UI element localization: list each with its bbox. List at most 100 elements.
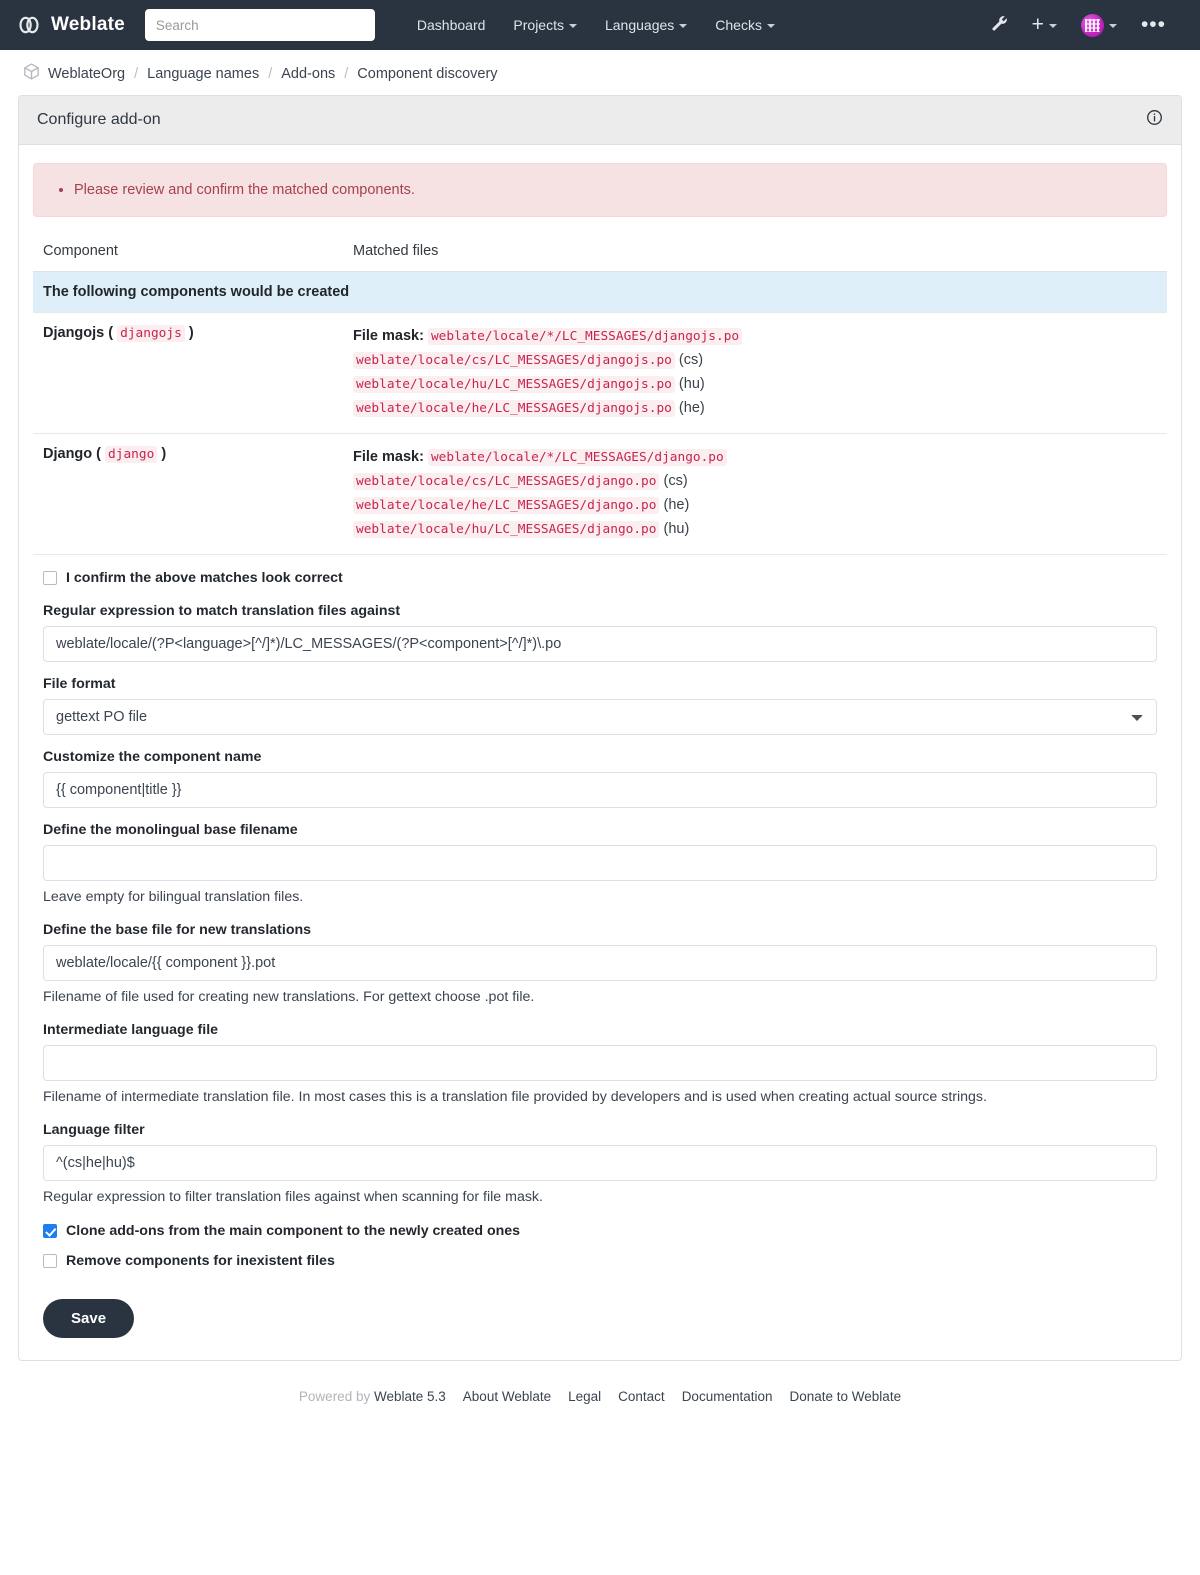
nav-label-projects: Projects: [513, 17, 564, 33]
matched-file-lang: (cs): [678, 352, 704, 369]
search-input[interactable]: [144, 9, 375, 41]
regex-input[interactable]: [43, 626, 1157, 663]
breadcrumb-item-3[interactable]: Component discovery: [357, 66, 497, 82]
footer-link-about[interactable]: About Weblate: [463, 1389, 551, 1404]
breadcrumb-separator: /: [268, 65, 273, 82]
language-filter-help: Regular expression to filter translation…: [43, 1188, 543, 1205]
monolingual-base-label: Define the monolingual base filename: [43, 822, 298, 839]
nav-label-languages: Languages: [604, 17, 675, 33]
breadcrumb-separator: /: [134, 65, 139, 82]
paren-close: ): [161, 445, 167, 462]
remove-components-checkbox[interactable]: [43, 1254, 57, 1269]
matched-file-line: weblate/locale/hu/LC_MESSAGES/django.po …: [353, 518, 1157, 542]
clone-addons-checkbox[interactable]: [43, 1223, 57, 1238]
nav-label-checks: Checks: [715, 17, 762, 33]
matched-file-lang: (cs): [663, 472, 688, 489]
table-section-header-row: The following components would be create…: [33, 271, 1167, 314]
save-button[interactable]: Save: [43, 1298, 135, 1338]
new-base-label: Define the base file for new translation…: [43, 922, 312, 938]
new-base-group: Define the base file for new translation…: [33, 922, 1167, 1008]
component-cell: Djangojs ( djangojs ): [33, 312, 343, 434]
avatar: [1080, 13, 1104, 37]
remove-components-row[interactable]: Remove components for inexistent files: [33, 1252, 1167, 1270]
language-filter-group: Language filter Regular expression to fi…: [33, 1122, 1167, 1208]
configure-addon-panel: Configure add-on Please review and confi…: [18, 95, 1182, 1361]
file-format-group: File format gettext PO file: [33, 676, 1167, 736]
validation-alert: Please review and confirm the matched co…: [33, 163, 1167, 218]
powered-by-text: Powered by Weblate 5.3: [299, 1389, 446, 1404]
matched-file-lang: (hu): [678, 376, 705, 393]
matched-file-lang: (he): [663, 496, 690, 513]
monolingual-base-input[interactable]: [43, 845, 1157, 882]
component-name-group: Customize the component name: [33, 749, 1167, 809]
matched-file-lang: (he): [678, 400, 705, 417]
page-title: Configure add-on: [37, 111, 161, 128]
footer-link-contact[interactable]: Contact: [618, 1389, 665, 1404]
footer-link-documentation[interactable]: Documentation: [682, 1389, 773, 1404]
matched-file-path: weblate/locale/he/LC_MESSAGES/djangojs.p…: [353, 400, 675, 418]
matched-file-line: weblate/locale/cs/LC_MESSAGES/django.po …: [353, 470, 1157, 494]
matched-file-path: weblate/locale/hu/LC_MESSAGES/djangojs.p…: [353, 376, 675, 394]
footer-link-donate[interactable]: Donate to Weblate: [790, 1389, 902, 1404]
primary-nav: Dashboard Projects Languages Checks: [403, 11, 789, 39]
nav-item-dashboard[interactable]: Dashboard: [403, 11, 500, 39]
wrench-icon: [991, 15, 1008, 35]
chevron-down-icon: [679, 24, 688, 28]
tools-menu-button[interactable]: [981, 9, 1018, 41]
file-mask-line: File mask: weblate/locale/*/LC_MESSAGES/…: [353, 446, 1157, 470]
page-footer: Powered by Weblate 5.3 About Weblate Leg…: [0, 1361, 1200, 1426]
new-base-input[interactable]: [43, 945, 1157, 981]
nav-item-languages[interactable]: Languages: [591, 11, 701, 39]
regex-label: Regular expression to match translation …: [43, 603, 401, 620]
intermediate-label: Intermediate language file: [43, 1021, 219, 1038]
matched-files-cell: File mask: weblate/locale/*/LC_MESSAGES/…: [343, 312, 1167, 434]
weblate-brand-link[interactable]: Weblate: [16, 12, 125, 38]
remove-components-label[interactable]: Remove components for inexistent files: [66, 1252, 335, 1270]
matched-file-line: weblate/locale/he/LC_MESSAGES/django.po …: [353, 494, 1157, 518]
table-header-row: Component Matched files: [33, 237, 1167, 273]
brand-label: Weblate: [51, 14, 125, 35]
more-menu-button[interactable]: •••: [1131, 13, 1176, 37]
table-row: Django ( django ) File mask: weblate/loc…: [33, 433, 1167, 555]
breadcrumb: WeblateOrg / Language names / Add-ons / …: [0, 50, 1200, 95]
user-menu-button[interactable]: [1071, 8, 1127, 43]
confirm-matches-checkbox[interactable]: [43, 570, 57, 585]
chevron-down-icon: [1048, 24, 1057, 28]
nav-item-projects[interactable]: Projects: [499, 11, 591, 39]
matched-file-path: weblate/locale/cs/LC_MESSAGES/django.po: [353, 472, 660, 490]
table-row: Djangojs ( djangojs ) File mask: weblate…: [33, 312, 1167, 434]
file-format-label: File format: [43, 676, 116, 693]
matched-file-path: weblate/locale/he/LC_MESSAGES/django.po: [353, 496, 660, 514]
file-format-select[interactable]: gettext PO file: [43, 699, 1157, 736]
matched-file-line: weblate/locale/he/LC_MESSAGES/djangojs.p…: [353, 397, 1157, 421]
add-menu-button[interactable]: +: [1022, 12, 1067, 38]
nav-item-checks[interactable]: Checks: [701, 11, 789, 39]
main-navbar: Weblate Dashboard Projects Languages Che…: [0, 0, 1200, 50]
file-mask-value: weblate/locale/*/LC_MESSAGES/djangojs.po: [427, 328, 743, 346]
confirm-matches-row[interactable]: I confirm the above matches look correct: [33, 569, 1167, 587]
confirm-matches-label[interactable]: I confirm the above matches look correct: [66, 569, 343, 587]
plus-icon: +: [1031, 13, 1044, 36]
breadcrumb-separator: /: [344, 65, 349, 82]
component-name-input[interactable]: [43, 772, 1157, 809]
chevron-down-icon: [766, 24, 775, 28]
footer-link-legal[interactable]: Legal: [568, 1389, 601, 1404]
intermediate-input[interactable]: [43, 1044, 1157, 1081]
panel-header: Configure add-on: [19, 96, 1181, 145]
breadcrumb-item-2[interactable]: Add-ons: [281, 66, 335, 82]
breadcrumb-item-1[interactable]: Language names: [147, 66, 259, 82]
info-circle-icon[interactable]: [1146, 109, 1163, 131]
clone-addons-label[interactable]: Clone add-ons from the main component to…: [66, 1222, 520, 1240]
breadcrumb-item-0[interactable]: WeblateOrg: [48, 66, 125, 82]
monolingual-base-help: Leave empty for bilingual translation fi…: [43, 889, 304, 906]
language-filter-label: Language filter: [43, 1121, 145, 1138]
column-header-component: Component: [33, 237, 343, 273]
clone-addons-row[interactable]: Clone add-ons from the main component to…: [33, 1222, 1167, 1240]
language-filter-input[interactable]: [43, 1144, 1157, 1181]
paren-open: (: [108, 325, 114, 342]
powered-by-version: Weblate 5.3: [373, 1388, 446, 1404]
component-slug: django: [105, 445, 158, 463]
matched-file-line: weblate/locale/hu/LC_MESSAGES/djangojs.p…: [353, 373, 1157, 397]
intermediate-help: Filename of intermediate translation fil…: [43, 1088, 987, 1105]
matched-file-lang: (hu): [663, 520, 690, 537]
